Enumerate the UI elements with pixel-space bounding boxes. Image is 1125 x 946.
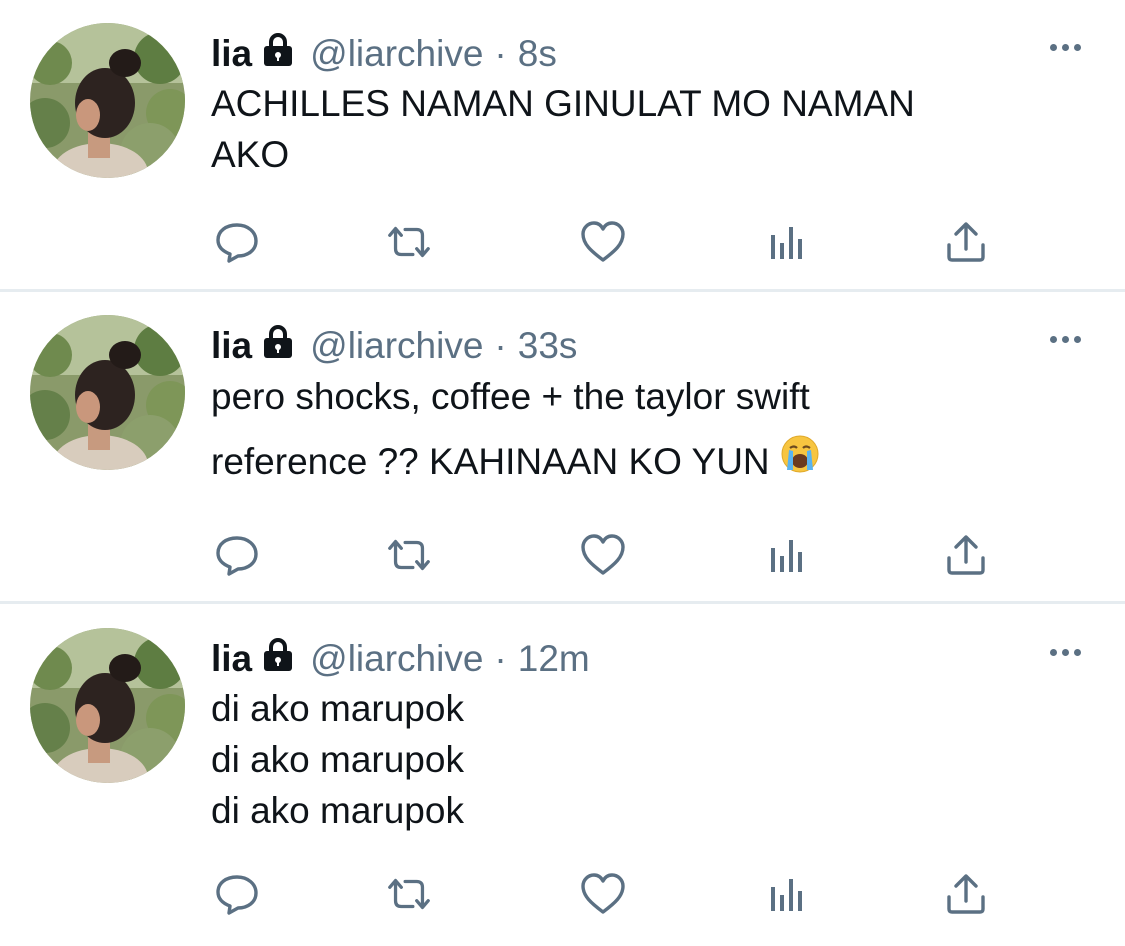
tweet-header: lia @liarchive · 8s [211,30,557,78]
share-icon[interactable] [941,530,991,580]
retweet-icon[interactable] [384,869,434,919]
analytics-icon[interactable] [760,217,810,267]
tweet-text: di ako marupok di ako marupok di ako mar… [211,683,1071,836]
lock-icon [260,32,296,77]
user-handle[interactable]: @liarchive [310,33,483,75]
loudly-crying-face-emoji [780,429,820,494]
like-icon[interactable] [578,869,628,919]
more-icon[interactable] [1050,649,1081,656]
more-icon[interactable] [1050,336,1081,343]
avatar[interactable] [30,23,185,178]
timestamp[interactable]: 33s [518,325,578,367]
share-icon[interactable] [941,869,991,919]
action-bar [0,869,1125,919]
timestamp[interactable]: 8s [518,33,557,75]
user-handle[interactable]: @liarchive [310,325,483,367]
user-handle[interactable]: @liarchive [310,638,483,680]
separator-dot: · [494,325,507,366]
retweet-icon[interactable] [384,217,434,267]
tweet-text-line: reference ?? KAHINAAN KO YUN [211,441,770,482]
like-icon[interactable] [578,530,628,580]
separator-dot: · [494,33,507,74]
tweet-text-line: di ako marupok [211,790,464,831]
reply-icon[interactable] [212,217,262,267]
timestamp[interactable]: 12m [518,638,590,680]
tweet-header: lia @liarchive · 12m [211,635,590,683]
tweet-text-line: di ako marupok [211,739,464,780]
reply-icon[interactable] [212,530,262,580]
display-name[interactable]: lia [211,325,252,367]
more-icon[interactable] [1050,44,1081,51]
tweet[interactable]: lia @liarchive · 33s pero shocks, coffee… [0,292,1125,603]
separator-dot: · [494,638,507,679]
avatar[interactable] [30,628,185,783]
tweet-text-line: AKO [211,134,290,175]
action-bar [0,530,1125,580]
tweet-text: ACHILLES NAMAN GINULAT MO NAMAN AKO [211,78,1071,180]
display-name[interactable]: lia [211,33,252,75]
reply-icon[interactable] [212,869,262,919]
divider [0,601,1125,604]
lock-icon [260,324,296,369]
tweet[interactable]: lia @liarchive · 12m di ako marupok di a… [0,605,1125,946]
analytics-icon[interactable] [760,530,810,580]
action-bar [0,217,1125,267]
share-icon[interactable] [941,217,991,267]
tweet[interactable]: lia @liarchive · 8s ACHILLES NAMAN GINUL… [0,0,1125,290]
tweet-text: pero shocks, coffee + the taylor swift r… [211,364,1071,494]
retweet-icon[interactable] [384,530,434,580]
analytics-icon[interactable] [760,869,810,919]
avatar[interactable] [30,315,185,470]
tweet-text-line: pero shocks, coffee + the taylor swift [211,376,810,417]
like-icon[interactable] [578,217,628,267]
display-name[interactable]: lia [211,638,252,680]
tweet-text-line: di ako marupok [211,688,464,729]
tweet-header: lia @liarchive · 33s [211,322,577,370]
tweet-text-line: ACHILLES NAMAN GINULAT MO NAMAN [211,83,915,124]
lock-icon [260,637,296,682]
